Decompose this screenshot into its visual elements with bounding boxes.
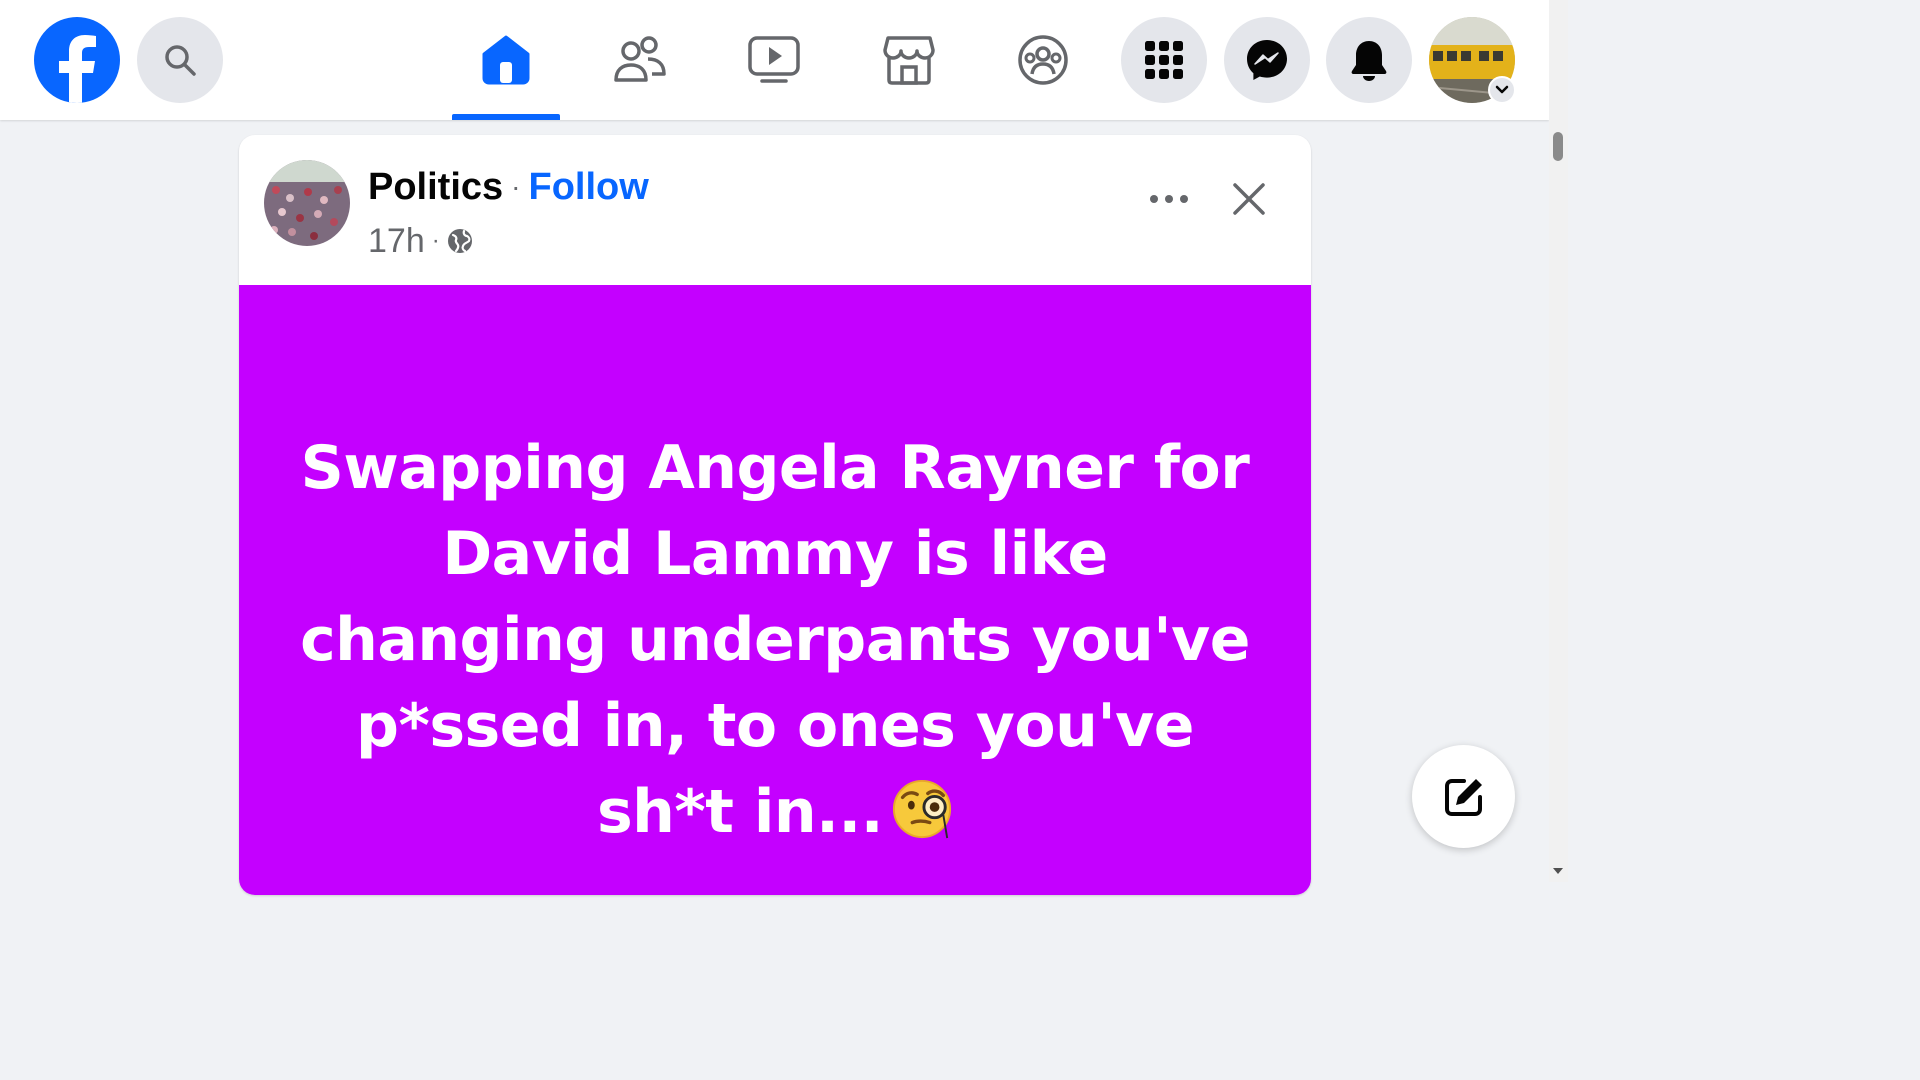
separator-dot: · bbox=[511, 171, 521, 202]
marketplace-icon bbox=[883, 36, 935, 85]
face-with-monocle-icon bbox=[892, 779, 952, 839]
close-icon bbox=[1233, 183, 1265, 215]
home-icon bbox=[482, 35, 530, 85]
post-options-button[interactable] bbox=[1139, 171, 1199, 227]
post-timestamp[interactable]: 17h bbox=[368, 222, 425, 261]
hide-post-button[interactable] bbox=[1219, 169, 1279, 229]
friends-icon bbox=[614, 36, 666, 82]
search-icon bbox=[165, 45, 196, 76]
page-avatar[interactable] bbox=[264, 160, 350, 246]
tab-video[interactable] bbox=[720, 0, 828, 120]
tab-friends[interactable] bbox=[586, 0, 694, 120]
video-icon bbox=[748, 36, 800, 83]
messenger-icon bbox=[1247, 40, 1287, 80]
post-text: Swapping Angela Rayner for David Lammy i… bbox=[295, 425, 1255, 855]
menu-grid-icon bbox=[1145, 41, 1183, 79]
tab-home[interactable] bbox=[452, 0, 560, 120]
post-text-background: Swapping Angela Rayner for David Lammy i… bbox=[239, 285, 1311, 895]
page-name[interactable]: Politics bbox=[368, 166, 503, 209]
more-options-icon bbox=[1150, 195, 1188, 203]
post-message: Swapping Angela Rayner for David Lammy i… bbox=[300, 433, 1250, 847]
compose-icon bbox=[1444, 778, 1482, 816]
scroll-down-arrow-icon[interactable] bbox=[1553, 868, 1563, 874]
chevron-down-icon bbox=[1495, 85, 1509, 94]
globe-icon bbox=[447, 229, 472, 253]
messenger-button[interactable] bbox=[1224, 17, 1310, 103]
follow-button[interactable]: Follow bbox=[528, 166, 648, 209]
feed-post: Politics · Follow 17h · Swapping Angela … bbox=[239, 135, 1311, 895]
facebook-logo-icon[interactable] bbox=[34, 17, 120, 103]
account-menu-chevron[interactable] bbox=[1488, 76, 1516, 104]
search-button[interactable] bbox=[137, 17, 223, 103]
separator-dot: · bbox=[431, 227, 440, 254]
menu-button[interactable] bbox=[1121, 17, 1207, 103]
groups-icon bbox=[1018, 35, 1068, 85]
scrollbar-thumb[interactable] bbox=[1553, 132, 1563, 161]
tab-marketplace[interactable] bbox=[855, 0, 963, 120]
notifications-bell-icon bbox=[1351, 41, 1387, 81]
new-message-button[interactable] bbox=[1412, 745, 1515, 848]
notifications-button[interactable] bbox=[1326, 17, 1412, 103]
tab-groups[interactable] bbox=[989, 0, 1097, 120]
top-navigation-bar bbox=[0, 0, 1549, 120]
